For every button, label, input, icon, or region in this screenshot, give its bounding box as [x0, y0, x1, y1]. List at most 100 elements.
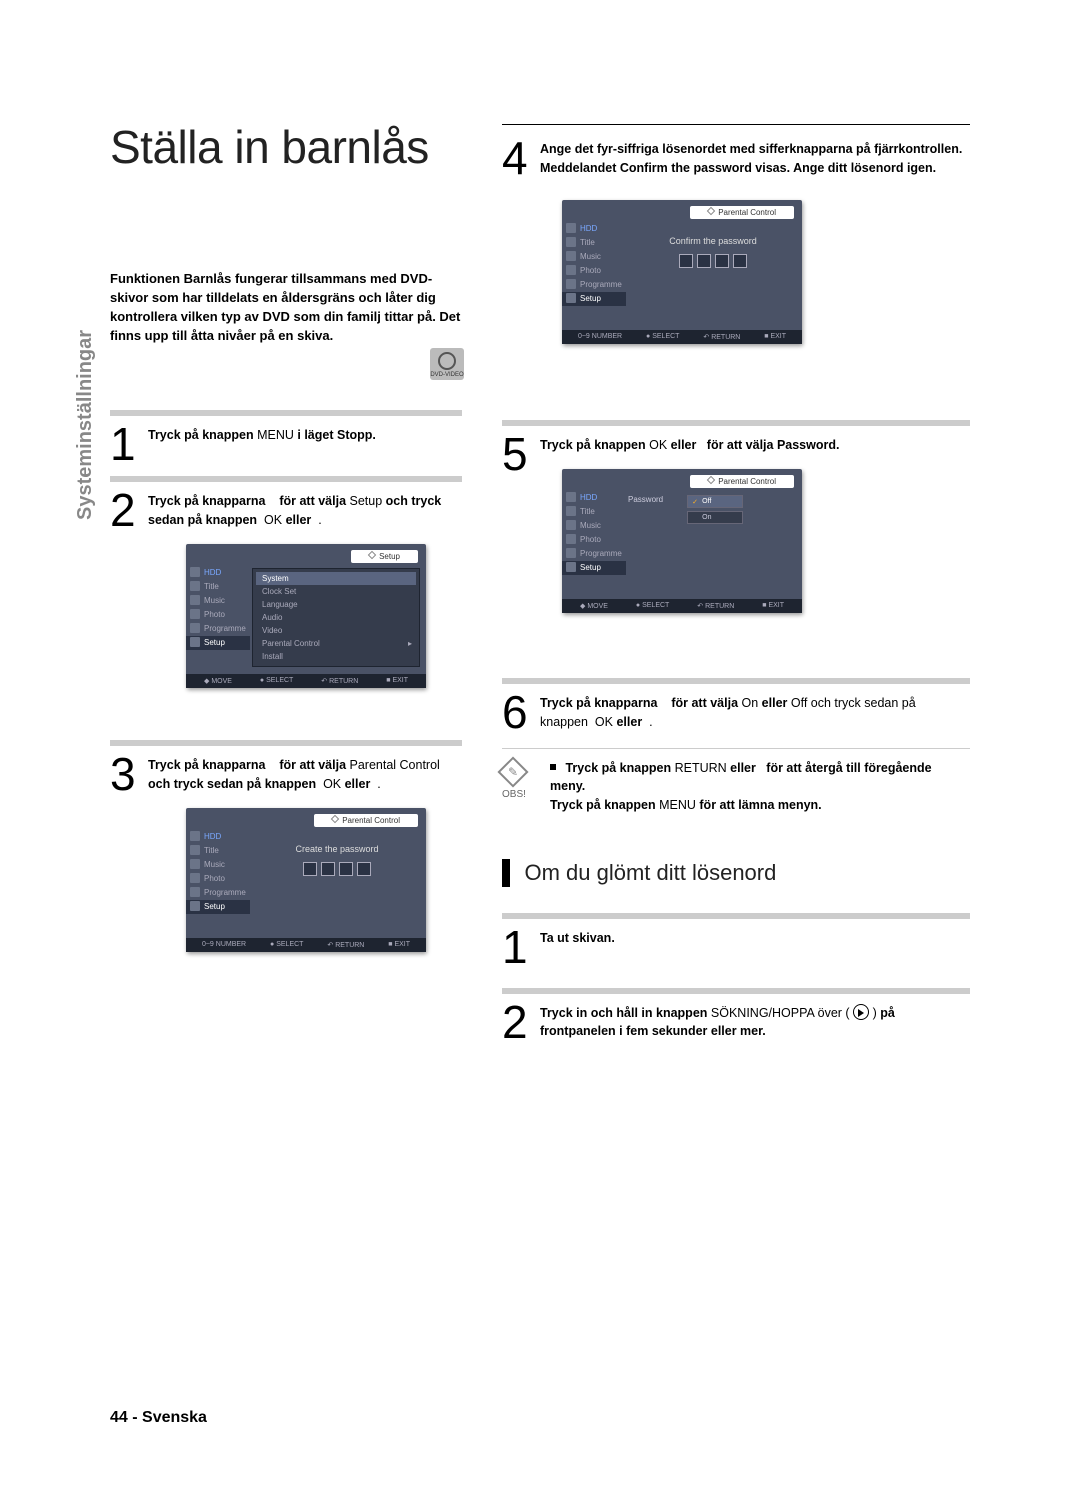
- t: SELECT: [276, 941, 303, 948]
- t: Tryck på knapparna: [148, 758, 265, 772]
- osd-btn-exit: ■ EXIT: [762, 602, 784, 610]
- osd-item: Photo: [562, 533, 626, 547]
- osd-sub-parental: Parental Control▸: [256, 637, 416, 650]
- password-boxes: [256, 862, 418, 876]
- osd-item: Title: [562, 236, 626, 250]
- osd-btn-select: ● SELECT: [646, 333, 679, 341]
- osd-item: Photo: [562, 264, 626, 278]
- t: MENU: [257, 428, 294, 442]
- osd-btn-number: 0~9 NUMBER: [202, 941, 246, 949]
- step-number: 6: [502, 694, 536, 731]
- osd-item-hdd: HDD: [186, 566, 250, 580]
- osd-message: Create the password: [256, 844, 418, 854]
- step-5: 5 Tryck på knappen OK eller för att välj…: [502, 420, 970, 613]
- t: i läget Stopp.: [297, 428, 375, 442]
- osd-btn-move: ◆ MOVE: [580, 602, 608, 610]
- t: och tryck sedan på knappen: [148, 777, 316, 791]
- t: MOVE: [211, 678, 232, 685]
- step-2: 2 Tryck på knapparna för att välja Setup…: [110, 476, 462, 688]
- osd-setup-menu: Setup HDD Title Music Photo Programme Se…: [186, 544, 426, 688]
- subsection-heading: Om du glömt ditt lösenord: [502, 859, 970, 887]
- osd-item-title: Title: [186, 580, 250, 594]
- note-label: OBS!: [502, 789, 526, 800]
- step-number: 1: [502, 929, 536, 966]
- t: EXIT: [394, 941, 410, 948]
- t: Tryck på knapparna: [148, 494, 265, 508]
- t: 0~9 NUMBER: [202, 941, 246, 948]
- osd-item-music: Music: [186, 594, 250, 608]
- osd-sub-video: Video: [256, 624, 416, 637]
- osd-btn-return: ↶ RETURN: [697, 602, 734, 610]
- osd-sub-audio: Audio: [256, 611, 416, 624]
- t: Tryck på knappen: [550, 798, 656, 812]
- t: OK: [323, 777, 341, 791]
- osd-title: Parental Control: [718, 208, 776, 217]
- intro-text: Funktionen Barnlås fungerar tillsammans …: [110, 270, 462, 345]
- step-number: 4: [502, 140, 536, 177]
- osd-btn-return: ↶ RETURN: [703, 333, 740, 341]
- t: 0~9 NUMBER: [578, 333, 622, 340]
- osd-create-password: Parental Control HDD Title Music Photo P…: [186, 808, 426, 952]
- osd-message: Confirm the password: [632, 236, 794, 246]
- play-skip-icon: [853, 1004, 869, 1020]
- step-number: 2: [110, 492, 144, 529]
- t: Tryck på knappen: [148, 428, 254, 442]
- osd-option-label: Password: [628, 495, 663, 524]
- osd-password-option: Parental Control HDD Title Music Photo P…: [562, 469, 802, 613]
- step-6: 6 Tryck på knapparna för att välja On el…: [502, 678, 970, 1041]
- page-number: 44: [110, 1409, 128, 1426]
- t: RETURN: [675, 761, 727, 775]
- t: eller: [730, 761, 756, 775]
- osd-item: Music: [562, 250, 626, 264]
- note-icon: [497, 756, 528, 787]
- t: SELECT: [266, 677, 293, 684]
- osd-item: Music: [562, 519, 626, 533]
- t: Parental Control: [350, 758, 440, 772]
- t: för att välja: [279, 758, 346, 772]
- t: Tryck in och håll in knappen: [540, 1006, 707, 1020]
- osd-btn-exit: ■ EXIT: [388, 941, 410, 949]
- osd-option-off: Off: [687, 495, 743, 508]
- osd-sub-system: System: [256, 572, 416, 585]
- t: MOVE: [587, 603, 608, 610]
- t: eller: [671, 438, 697, 452]
- t: SÖKNING/HOPPA över (: [711, 1006, 850, 1020]
- osd-item: HDD: [186, 830, 250, 844]
- t: SELECT: [642, 602, 669, 609]
- password-boxes: [632, 254, 794, 268]
- step-number: 2: [502, 1004, 536, 1041]
- osd-item: Photo: [186, 872, 250, 886]
- page-footer: 44 - Svenska: [110, 1409, 207, 1427]
- t: Parental Control: [262, 639, 320, 648]
- osd-item: Programme: [562, 278, 626, 292]
- osd-btn-exit: ■ EXIT: [386, 677, 408, 685]
- step-number: 3: [110, 756, 144, 793]
- osd-item: Setup: [186, 900, 250, 914]
- osd-title: Parental Control: [342, 816, 400, 825]
- osd-btn-exit: ■ EXIT: [764, 333, 786, 341]
- step-4: 4 Ange det fyr-siffriga lösenordet med s…: [502, 140, 970, 344]
- sidebar-section-label: Systeminställningar: [74, 330, 97, 520]
- t: eller: [345, 777, 371, 791]
- t: eller: [762, 696, 788, 710]
- osd-btn-select: ● SELECT: [260, 677, 293, 685]
- osd-btn-number: 0~9 NUMBER: [578, 333, 622, 341]
- t: On: [742, 696, 759, 710]
- osd-sub-clock: Clock Set: [256, 585, 416, 598]
- osd-btn-select: ● SELECT: [636, 602, 669, 610]
- t: ): [873, 1006, 877, 1020]
- t: för att välja Password.: [707, 438, 840, 452]
- step-number: 1: [110, 426, 144, 463]
- t: RETURN: [705, 603, 734, 610]
- osd-sub-install: Install: [256, 650, 416, 663]
- footer-lang: Svenska: [142, 1409, 207, 1426]
- osd-sub-lang: Language: [256, 598, 416, 611]
- osd-btn-return: ↶ RETURN: [321, 677, 358, 685]
- osd-title: Setup: [379, 552, 400, 561]
- t: OK: [649, 438, 667, 452]
- t: för att välja: [671, 696, 738, 710]
- t: EXIT: [770, 333, 786, 340]
- subsection-title: Om du glömt ditt lösenord: [524, 860, 776, 885]
- osd-confirm-password: Parental Control HDD Title Music Photo P…: [562, 200, 802, 344]
- t: MENU: [659, 798, 696, 812]
